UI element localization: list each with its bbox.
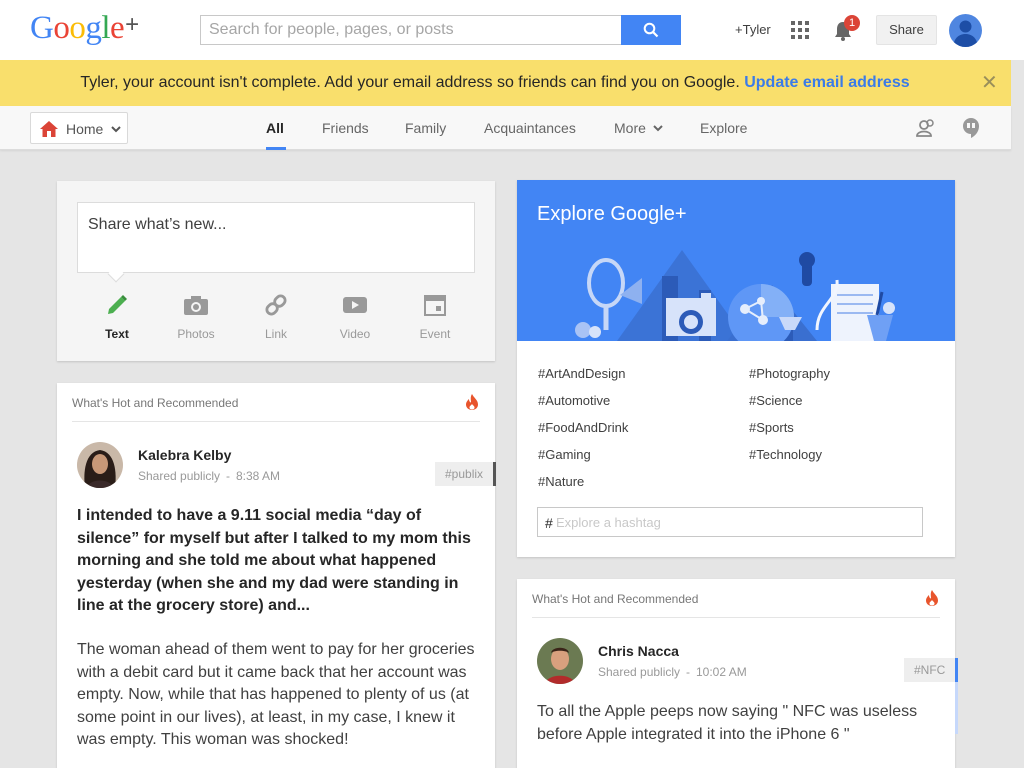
hashtag-link[interactable]: #Sports (749, 420, 794, 435)
explore-hashtag-field[interactable]: # (537, 507, 923, 537)
notification-count-badge: 1 (844, 15, 860, 31)
google-plus-logo[interactable]: Google+ (30, 10, 139, 47)
author-name[interactable]: Kalebra Kelby (138, 447, 231, 463)
event-icon (424, 295, 446, 316)
home-dropdown[interactable]: Home (30, 112, 128, 144)
hashtag-link[interactable]: #Science (749, 393, 802, 408)
hashtag-link[interactable]: #FoodAndDrink (538, 420, 628, 435)
hashtag-link[interactable]: #ArtAndDesign (538, 366, 625, 381)
share-button[interactable]: Share (876, 15, 937, 45)
banner-text: Tyler, your account isn't complete. Add … (80, 74, 745, 91)
meta-separator: - (686, 665, 690, 679)
explore-hero-banner[interactable]: Explore Google+ (517, 180, 955, 341)
share-prompt: Share what’s new... (88, 216, 227, 233)
share-text-button[interactable]: Text (87, 291, 147, 341)
active-tab-indicator (266, 147, 286, 150)
search-icon (643, 22, 659, 38)
section-title: What's Hot and Recommended (72, 396, 239, 410)
post-card: What's Hot and Recommended Chris Nacca S… (517, 579, 959, 768)
account-avatar[interactable] (949, 14, 982, 47)
update-email-link[interactable]: Update email address (744, 74, 909, 91)
hashtag-link[interactable]: #Gaming (538, 447, 591, 462)
fire-icon (466, 394, 478, 410)
search-input[interactable] (200, 15, 621, 45)
explore-illustration (575, 250, 895, 341)
chevron-down-icon (111, 126, 121, 133)
user-silhouette-icon (953, 20, 978, 47)
home-icon (40, 121, 58, 137)
hashtag-link[interactable]: #Technology (749, 447, 822, 462)
post-body-text: The woman ahead of them went to pay for … (77, 641, 475, 748)
post-visibility[interactable]: Shared publicly (138, 469, 220, 483)
share-link-label: Link (264, 327, 287, 341)
banner-message: Tyler, your account isn't complete. Add … (0, 74, 990, 92)
post-card: What's Hot and Recommended Kalebra Kelby… (57, 383, 497, 768)
tab-family[interactable]: Family (405, 120, 446, 136)
logo-plus: + (125, 11, 139, 38)
share-event-button[interactable]: Event (405, 291, 465, 341)
video-icon (343, 297, 367, 313)
incomplete-account-banner: Tyler, your account isn't complete. Add … (0, 60, 1011, 106)
divider (532, 617, 940, 618)
share-video-button[interactable]: Video (325, 291, 385, 341)
search-button[interactable] (621, 15, 681, 45)
author-name[interactable]: Chris Nacca (598, 643, 679, 659)
logo-text: Google (30, 10, 125, 46)
meta-separator: - (226, 469, 230, 483)
divider (72, 421, 480, 422)
post-visibility[interactable]: Shared publicly (598, 665, 680, 679)
people-icon[interactable] (915, 118, 937, 138)
tab-more[interactable]: More (614, 120, 646, 136)
search-bar (200, 15, 681, 45)
share-photos-label: Photos (177, 327, 215, 341)
tab-explore[interactable]: Explore (700, 120, 747, 136)
close-icon[interactable]: ✕ (981, 73, 998, 93)
hashtag-link[interactable]: #Photography (749, 366, 830, 381)
apps-grid-icon[interactable] (791, 21, 809, 39)
tab-acquaintances[interactable]: Acquaintances (484, 120, 576, 136)
post-body-text: To all the Apple peeps now saying " NFC … (537, 703, 918, 743)
share-box-card: Share what’s new... Text Photos Link Vid… (57, 181, 495, 361)
hangouts-icon[interactable] (962, 117, 980, 139)
share-video-label: Video (339, 327, 371, 341)
tab-friends[interactable]: Friends (322, 120, 369, 136)
hashtag-pill[interactable]: #NFC (904, 658, 959, 682)
hashtag-link[interactable]: #Nature (538, 474, 584, 489)
home-label: Home (66, 121, 104, 137)
avatar[interactable] (537, 638, 583, 684)
avatar[interactable] (77, 442, 123, 488)
link-icon (265, 294, 287, 316)
explore-card: Explore Google+ #ArtAndDesign #Automotiv… (517, 180, 955, 557)
share-photos-button[interactable]: Photos (166, 291, 226, 341)
hashtag-link[interactable]: #Automotive (538, 393, 610, 408)
hash-prefix: # (545, 515, 553, 531)
fire-icon (926, 590, 938, 606)
share-text-label: Text (105, 327, 129, 341)
post-time[interactable]: 8:38 AM (236, 469, 280, 483)
camera-icon (184, 296, 208, 315)
section-title: What's Hot and Recommended (532, 592, 699, 606)
post-time[interactable]: 10:02 AM (696, 665, 747, 679)
pencil-icon (108, 295, 127, 314)
top-bar: Google+ +Tyler 1 Share (0, 0, 1024, 60)
explore-hashtag-input[interactable] (556, 512, 906, 532)
post-lead-text: I intended to have a 9.11 social media “… (77, 507, 471, 614)
stream-nav-bar: Home All Friends Family Acquaintances Mo… (0, 106, 1011, 150)
profile-link[interactable]: +Tyler (735, 22, 771, 37)
tab-all[interactable]: All (266, 120, 284, 136)
accent-bar (955, 682, 958, 734)
share-link-button[interactable]: Link (246, 291, 306, 341)
hashtag-pill[interactable]: #publix (435, 462, 497, 486)
more-chevron-down-icon (653, 125, 663, 132)
share-input[interactable]: Share what’s new... (77, 202, 475, 273)
share-event-label: Event (419, 327, 451, 341)
